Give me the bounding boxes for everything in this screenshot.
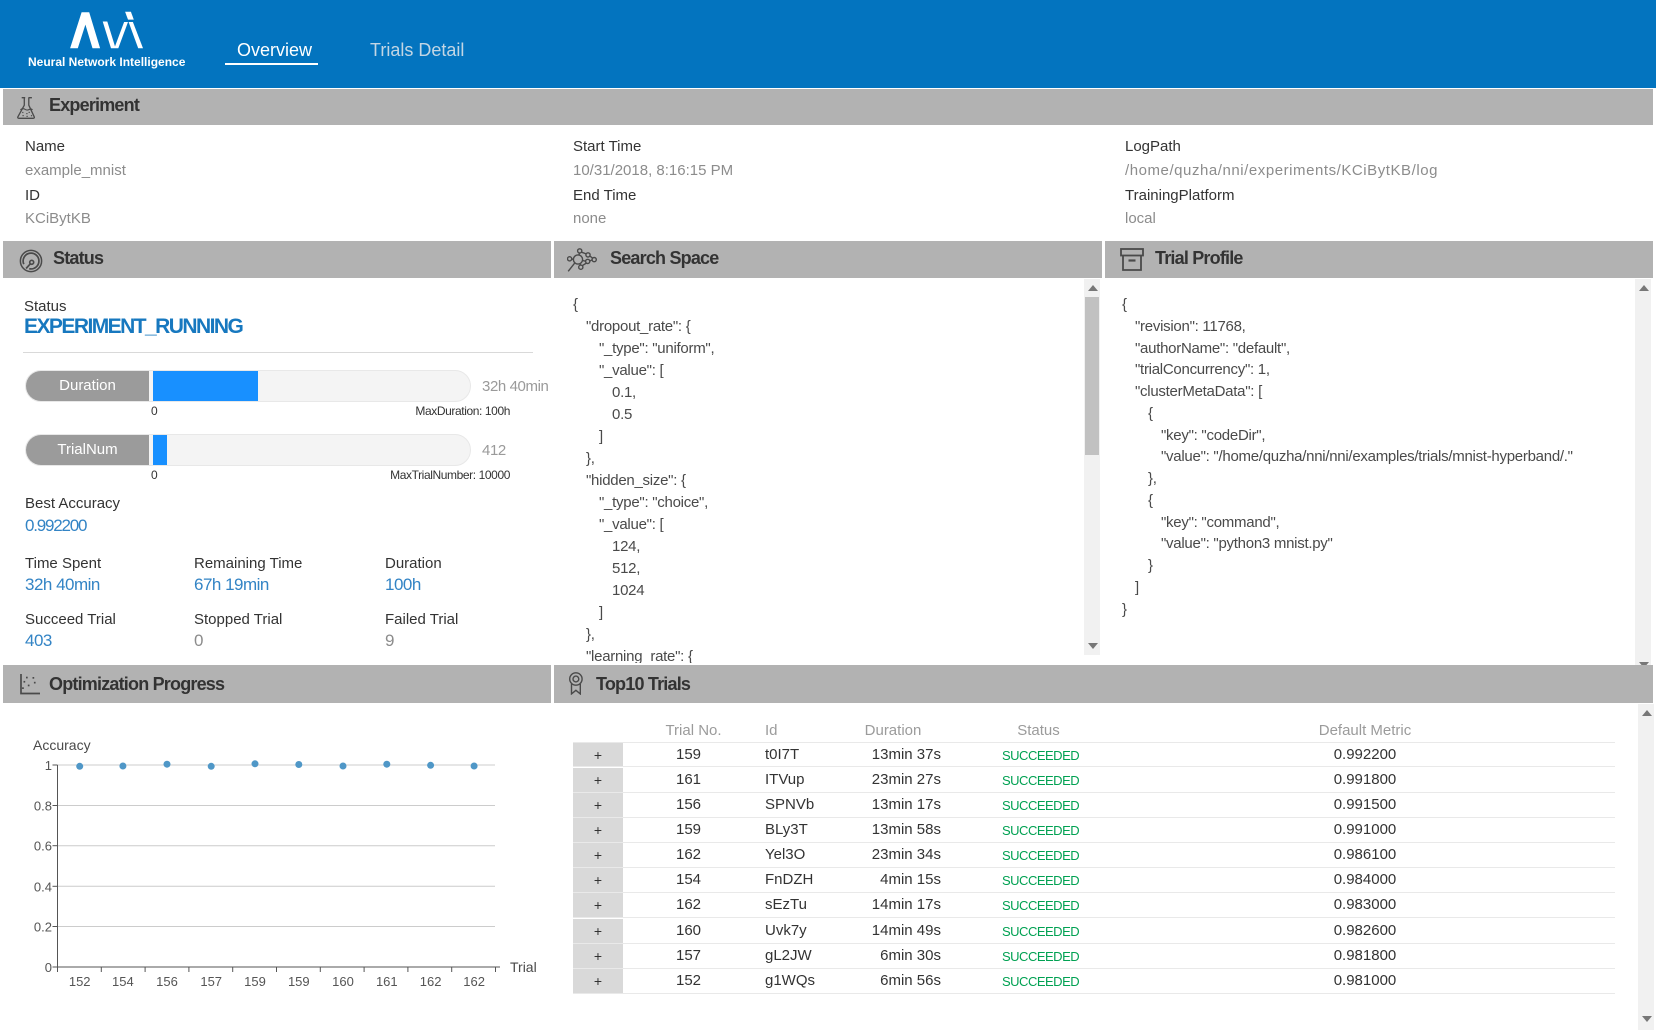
svg-text:162: 162 — [463, 974, 485, 989]
svg-text:159: 159 — [288, 974, 310, 989]
svg-text:0.4: 0.4 — [34, 879, 52, 894]
svg-text:162: 162 — [420, 974, 442, 989]
svg-text:159: 159 — [244, 974, 266, 989]
svg-text:157: 157 — [200, 974, 222, 989]
svg-text:154: 154 — [112, 974, 134, 989]
svg-text:1: 1 — [45, 758, 52, 773]
svg-text:0: 0 — [45, 960, 52, 975]
svg-text:0.8: 0.8 — [34, 799, 52, 814]
svg-text:Accuracy: Accuracy — [33, 737, 91, 753]
svg-text:0.6: 0.6 — [34, 839, 52, 854]
svg-text:161: 161 — [376, 974, 398, 989]
svg-text:156: 156 — [156, 974, 178, 989]
svg-text:160: 160 — [332, 974, 354, 989]
svg-text:152: 152 — [69, 974, 91, 989]
svg-text:Trial: Trial — [510, 959, 537, 975]
svg-text:0.2: 0.2 — [34, 920, 52, 935]
